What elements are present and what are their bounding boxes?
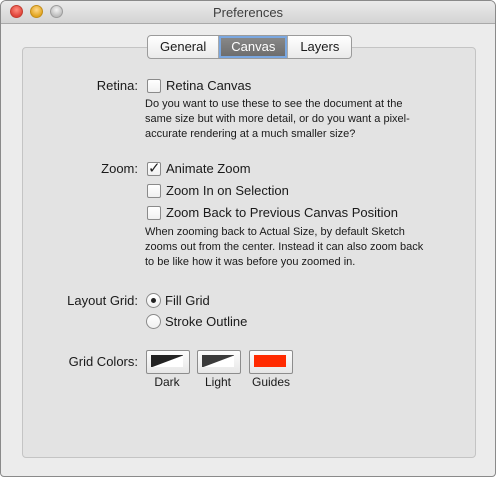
zoom-back-checkbox-box[interactable] [147,205,161,220]
layout-grid-label: Layout Grid: [67,293,138,308]
guides-swatch-color [254,355,286,367]
tab-canvas[interactable]: Canvas [219,36,289,58]
zoom-label: Zoom: [101,161,138,176]
title-bar: Preferences [1,1,495,24]
stroke-outline-radio-label: Stroke Outline [165,314,248,329]
fill-grid-radio[interactable]: Fill Grid [146,293,210,308]
guides-color-well[interactable] [249,350,293,374]
zoom-description-line: When zooming back to Actual Size, by def… [145,226,405,238]
retina-label: Retina: [96,78,138,93]
fill-grid-radio-label: Fill Grid [165,293,210,308]
zoom-in-on-selection-checkbox-label: Zoom In on Selection [166,183,289,198]
zoom-description-line: zooms out from the center. Instead it ca… [145,241,424,253]
tab-bar: General Canvas Layers [147,35,353,59]
tab-general[interactable]: General [148,36,220,58]
zoom-back-checkbox-label: Zoom Back to Previous Canvas Position [166,205,398,220]
zoom-in-on-selection-checkbox-box[interactable] [147,183,161,198]
animate-zoom-checkbox[interactable]: Animate Zoom [147,159,251,177]
animate-zoom-checkbox-box[interactable] [147,159,161,177]
tab-layers[interactable]: Layers [288,36,351,58]
retina-canvas-checkbox[interactable]: Retina Canvas [147,78,251,93]
light-color-swatch [202,355,234,367]
grid-colors-label: Grid Colors: [68,354,138,369]
light-color-well[interactable] [197,350,241,374]
dark-well-label: Dark [154,375,180,389]
retina-description-line: Do you want to use these to see the docu… [145,98,403,110]
retina-description: Do you want to use these to see the docu… [145,97,465,142]
zoom-back-checkbox[interactable]: Zoom Back to Previous Canvas Position [147,205,398,220]
canvas-preferences-pane: Retina: Retina Canvas Do you want to use… [22,47,476,458]
fill-grid-radio-button[interactable] [146,293,161,308]
preferences-window: Preferences General Canvas Layers Retina… [0,0,496,477]
zoom-description: When zooming back to Actual Size, by def… [145,225,470,270]
animate-zoom-checkbox-label: Animate Zoom [166,161,251,176]
dark-color-well[interactable] [146,350,190,374]
light-well-label: Light [204,375,232,389]
retina-description-line: same size but with more detail, or do yo… [145,113,410,125]
zoom-in-on-selection-checkbox[interactable]: Zoom In on Selection [147,183,289,198]
retina-canvas-checkbox-box[interactable] [147,78,161,93]
guides-color-swatch [254,355,286,367]
stroke-outline-radio-button[interactable] [146,314,161,329]
zoom-description-line: to be like how it was before you zoomed … [145,256,356,268]
retina-description-line: accurate rendering at a much smaller siz… [145,128,356,140]
guides-well-label: Guides [251,375,291,389]
stroke-outline-radio[interactable]: Stroke Outline [146,314,247,329]
window-title: Preferences [212,5,284,20]
dark-color-swatch [151,355,183,367]
retina-canvas-checkbox-label: Retina Canvas [166,78,252,93]
